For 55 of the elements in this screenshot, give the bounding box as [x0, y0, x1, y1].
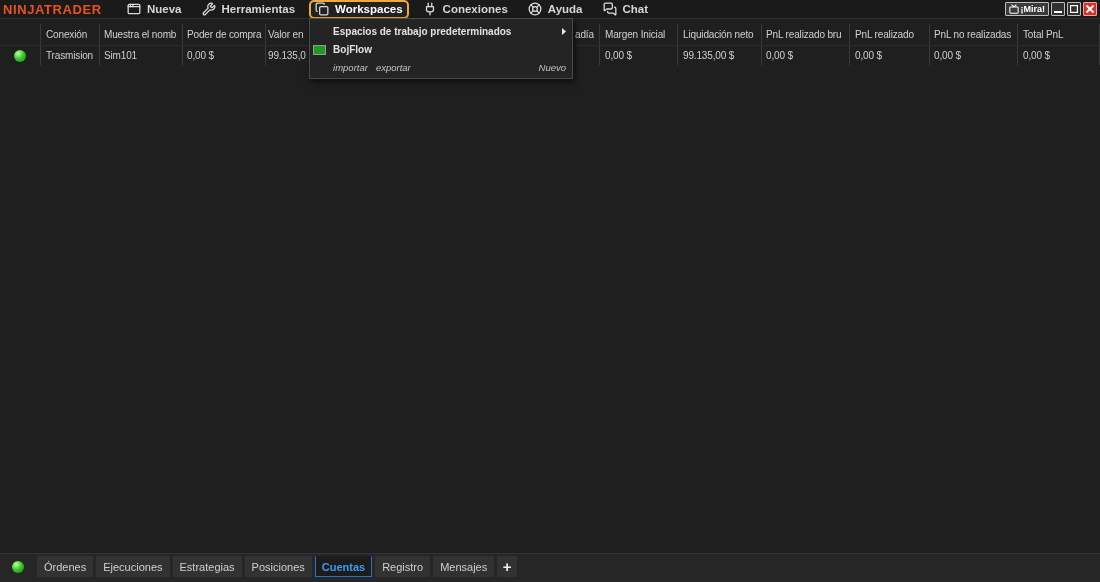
menu-item[interactable]: Chat — [596, 0, 655, 19]
tab[interactable]: Registro — [375, 556, 431, 577]
table-cell: 0,00 $ — [934, 50, 961, 61]
table-cell: 0,00 $ — [855, 50, 882, 61]
tab[interactable]: Estrategias — [172, 556, 242, 577]
column-header[interactable]: Valor en — [268, 29, 304, 40]
menu-item[interactable]: Ayuda — [521, 0, 589, 19]
table-cell: 99.135,0 — [268, 50, 306, 61]
close-icon — [1086, 5, 1094, 13]
column-header[interactable]: PnL realizado — [855, 29, 914, 40]
caret-right-icon — [562, 28, 567, 35]
minimize-button[interactable] — [1051, 2, 1065, 16]
menu-item[interactable]: Conexiones — [416, 0, 514, 19]
import-link[interactable]: importar — [333, 62, 368, 73]
export-link[interactable]: exportar — [375, 62, 411, 73]
table-cell: Sim101 — [104, 50, 137, 61]
column-header[interactable]: Poder de compra — [187, 29, 262, 40]
windows-icon — [315, 2, 330, 16]
tab[interactable]: Mensajes — [433, 556, 495, 577]
menu-item[interactable]: BojFlow — [310, 40, 573, 59]
column-header[interactable]: Liquidación neto — [683, 29, 754, 40]
tv-icon — [1008, 4, 1019, 14]
column-header[interactable]: adía — [575, 29, 594, 40]
column-header[interactable]: Muestra el nomb — [104, 29, 177, 40]
maximize-icon — [1070, 5, 1078, 13]
column-header[interactable]: Conexión — [46, 29, 88, 40]
tab[interactable]: Posiciones — [244, 556, 312, 577]
menu-item[interactable]: Workspaces — [309, 0, 409, 19]
column-header[interactable]: PnL realizado bru — [766, 29, 842, 40]
menu-item[interactable]: Nueva — [121, 0, 188, 19]
window-icon — [127, 2, 141, 16]
column-header[interactable]: Margen Inicial — [605, 29, 666, 40]
tab[interactable]: Órdenes — [37, 556, 94, 577]
menu-item[interactable]: Espacios de trabajo predeterminados — [310, 22, 573, 41]
column-header[interactable]: PnL no realizadas — [934, 29, 1012, 40]
menu-item[interactable]: Herramientas — [195, 0, 302, 19]
table-cell: 99.135,00 $ — [683, 50, 735, 61]
tab[interactable]: Ejecuciones — [96, 556, 170, 577]
table-cell: 0,00 $ — [766, 50, 793, 61]
table-cell: 0,00 $ — [605, 50, 632, 61]
new-link[interactable]: Nuevo — [538, 62, 567, 73]
lifebuoy-icon — [527, 2, 542, 16]
table-cell: 0,00 $ — [1023, 50, 1050, 61]
chat-bubbles-icon — [602, 2, 617, 16]
wrench-icon — [201, 2, 216, 16]
watch-button[interactable]: ¡Mira! — [1004, 2, 1049, 16]
table-cell: 0,00 $ — [187, 50, 214, 61]
close-button[interactable] — [1083, 2, 1097, 16]
workspace-icon — [313, 44, 327, 55]
column-header[interactable]: Total PnL — [1023, 29, 1064, 40]
table-cell: Trasmision — [46, 50, 94, 61]
add-tab-button[interactable]: + — [497, 556, 518, 577]
tab[interactable]: Cuentas — [314, 556, 373, 577]
app-logo: NINJATRADER — [3, 1, 103, 17]
maximize-button[interactable] — [1067, 2, 1081, 16]
